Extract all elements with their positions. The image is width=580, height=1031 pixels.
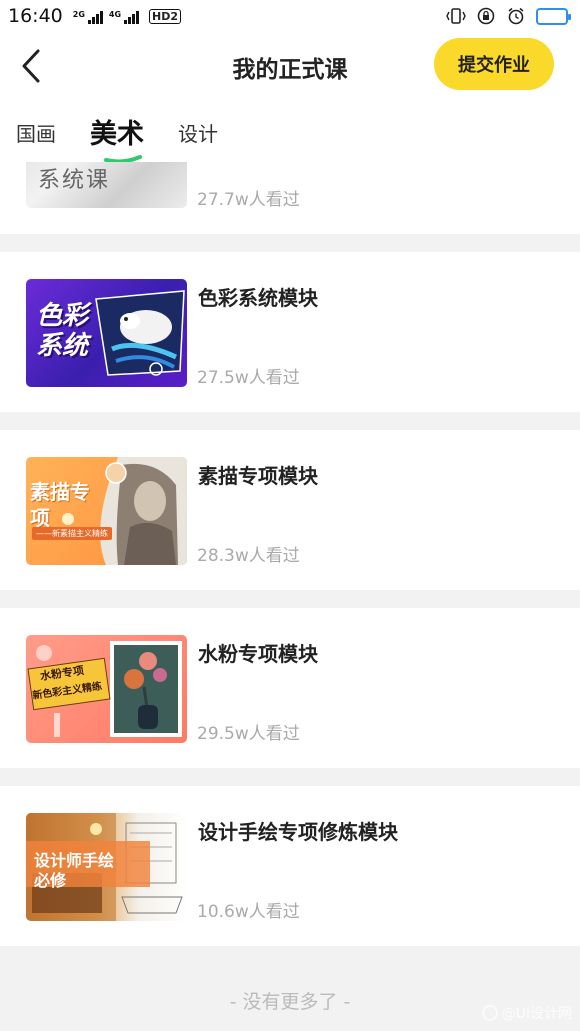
status-time: 16:40	[8, 5, 63, 27]
course-card[interactable]: 色彩系统 色彩系统模块 27.5w人看过	[0, 252, 580, 412]
tab-guohua[interactable]: 国画	[16, 118, 56, 147]
course-thumbnail: 色彩系统	[26, 279, 187, 387]
status-bar: 16:40 2G 4G HD2	[0, 0, 580, 32]
course-list: 系统课 27.7w人看过 色彩系统 色彩系统模块 27.5w人看过 素描专项 —…	[0, 162, 580, 946]
watermark: @UI设计网	[481, 1003, 572, 1023]
battery-icon	[536, 7, 571, 25]
vibrate-icon	[446, 6, 466, 26]
course-thumbnail: 设计师手绘 必修	[26, 813, 187, 921]
signal-sim2-icon: 4G	[109, 10, 140, 24]
course-title: 水粉专项模块	[198, 642, 318, 666]
view-count: 28.3w人看过	[197, 546, 300, 566]
course-thumbnail: 水粉专项 新色彩主义精练	[26, 635, 187, 743]
course-title: 色彩系统模块	[198, 286, 318, 310]
view-count: 29.5w人看过	[197, 724, 300, 744]
view-count: 27.5w人看过	[197, 368, 300, 388]
watermark-logo-icon	[481, 1005, 498, 1021]
back-button[interactable]	[14, 46, 48, 86]
course-card[interactable]: 水粉专项 新色彩主义精练 水粉专项模块 29.5w人看过	[0, 608, 580, 768]
rotation-lock-icon	[476, 6, 496, 26]
tab-meishu[interactable]: 美术	[90, 112, 144, 163]
view-count: 27.7w人看过	[197, 190, 300, 210]
submit-homework-button[interactable]: 提交作业	[434, 38, 554, 90]
tab-sheji[interactable]: 设计	[178, 118, 218, 147]
signal-sim1-icon: 2G	[73, 10, 103, 24]
course-thumbnail: 素描专项 ——新素描主义精练	[26, 457, 187, 565]
alarm-icon	[506, 6, 526, 26]
chevron-left-icon	[22, 49, 40, 83]
course-title: 素描专项模块	[198, 464, 318, 488]
category-tabs: 国画 美术 设计	[0, 98, 580, 163]
course-card[interactable]: 系统课 27.7w人看过	[0, 162, 580, 234]
course-thumbnail: 系统课	[26, 162, 187, 208]
course-card[interactable]: 设计师手绘 必修 设计手绘专项修炼模块 10.6w人看过	[0, 786, 580, 946]
course-card[interactable]: 素描专项 ——新素描主义精练 素描专项模块 28.3w人看过	[0, 430, 580, 590]
course-title: 设计手绘专项修炼模块	[198, 820, 398, 844]
app-header: 我的正式课 提交作业	[0, 32, 580, 98]
view-count: 10.6w人看过	[197, 902, 300, 922]
hd-icon: HD2	[149, 8, 182, 24]
signal-indicators: 2G 4G HD2	[73, 8, 182, 24]
